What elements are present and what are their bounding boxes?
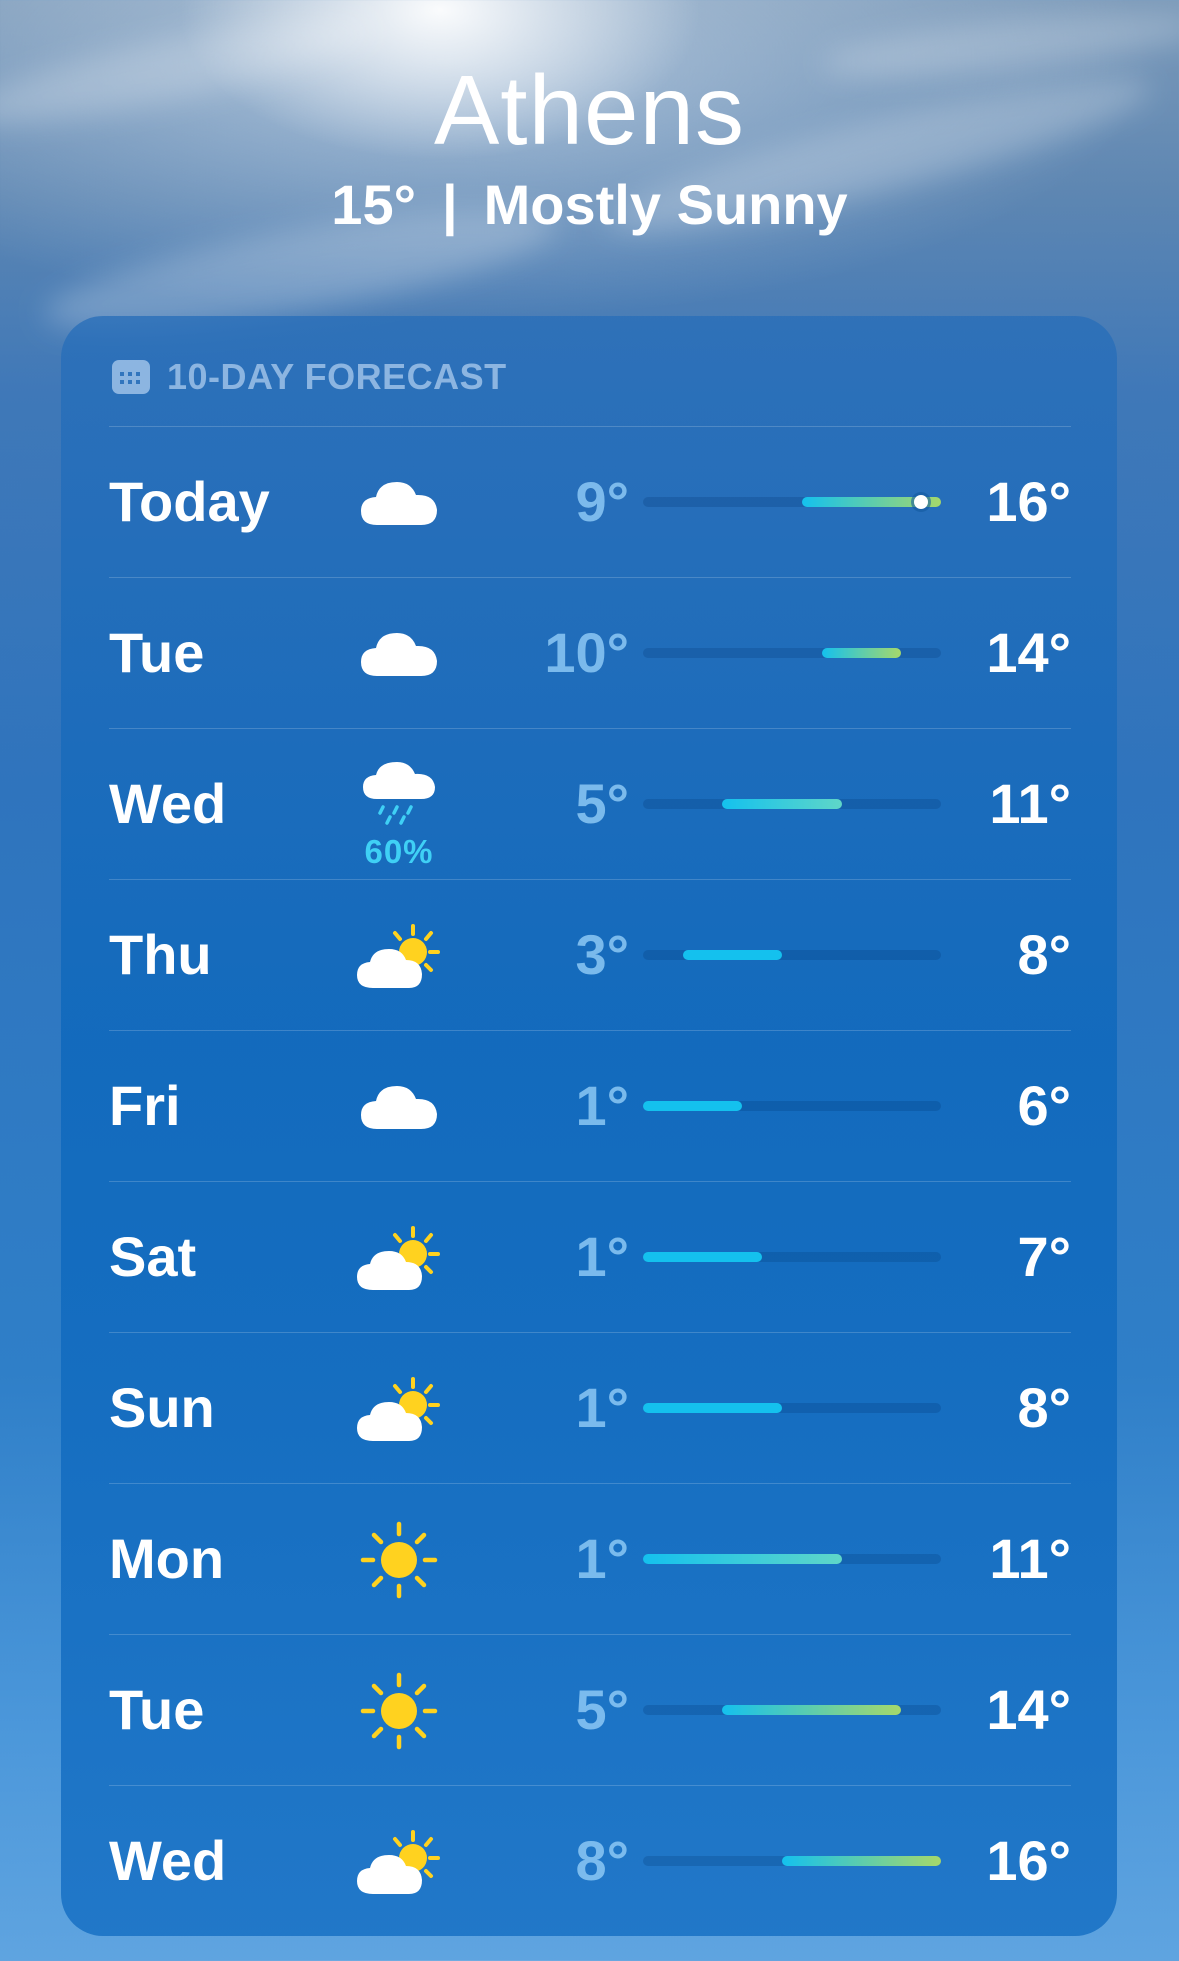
temperature-range-fill [643, 1252, 763, 1262]
day-label: Thu [109, 923, 212, 986]
partly-sunny-icon [351, 1814, 447, 1910]
forecast-row[interactable]: Fri 1° 6° [109, 1030, 1071, 1181]
temperature-range-bar [643, 1101, 941, 1111]
current-conditions: 15° | Mostly Sunny [0, 170, 1179, 240]
day-label: Sun [109, 1376, 215, 1439]
temperature-range-bar [643, 1403, 941, 1413]
high-temperature: 16° [986, 1829, 1071, 1892]
forecast-row[interactable]: Thu 3° 8° [109, 879, 1071, 1030]
high-temperature: 16° [986, 470, 1071, 533]
temperature-range-bar [643, 799, 941, 809]
temperature-range-bar [643, 950, 941, 960]
day-label: Mon [109, 1527, 225, 1590]
forecast-row[interactable]: Wed 60% 5° 11° [109, 728, 1071, 879]
low-temperature: 1° [575, 1225, 629, 1288]
high-temperature: 6° [1017, 1074, 1071, 1137]
forecast-header: 10-DAY FORECAST [111, 352, 507, 402]
forecast-row[interactable]: Today 9° 16° [109, 426, 1071, 577]
low-temperature: 9° [575, 470, 629, 533]
day-label: Fri [109, 1074, 181, 1137]
sun-icon [351, 1512, 447, 1608]
city-name: Athens [433, 55, 746, 165]
high-temperature: 14° [986, 621, 1071, 684]
low-temperature: 10° [544, 621, 629, 684]
partly-sunny-icon [351, 1210, 447, 1306]
partly-sunny-icon [351, 908, 447, 1004]
day-label: Wed [109, 772, 227, 835]
temperature-range-bar [643, 1252, 941, 1262]
high-temperature: 14° [986, 1678, 1071, 1741]
temperature-range-bar [643, 1554, 941, 1564]
temperature-range-bar [643, 648, 941, 658]
high-temperature: 7° [1017, 1225, 1071, 1288]
temperature-range-fill [643, 1101, 743, 1111]
sun-icon [351, 1663, 447, 1759]
day-label: Wed [109, 1829, 227, 1892]
ten-day-forecast-card[interactable]: 10-DAY FORECAST Today 9° 16° Tue 10° 14° Wed 60… [61, 316, 1117, 1936]
location-header: Athens 15° | Mostly Sunny [0, 50, 1179, 240]
low-temperature: 1° [575, 1527, 629, 1590]
day-label: Tue [109, 621, 205, 684]
temperature-range-fill [722, 799, 842, 809]
day-label: Tue [109, 1678, 205, 1741]
temperature-range-fill [821, 648, 902, 658]
temperature-range-bar [643, 495, 941, 509]
partly-sunny-icon [351, 1361, 447, 1457]
temperature-range-fill [682, 950, 783, 960]
temperature-range-fill [782, 1856, 941, 1866]
forecast-row[interactable]: Sat 1° 7° [109, 1181, 1071, 1332]
high-temperature: 8° [1017, 1376, 1071, 1439]
forecast-row[interactable]: Tue 10° 14° [109, 577, 1071, 728]
low-temperature: 8° [575, 1829, 629, 1892]
condition-text: Mostly Sunny [483, 173, 848, 236]
temperature-range-bar [643, 1705, 941, 1715]
high-temperature: 11° [989, 772, 1071, 835]
low-temperature: 5° [575, 772, 629, 835]
day-label: Today [109, 470, 270, 533]
low-temperature: 1° [575, 1074, 629, 1137]
separator: | [441, 173, 458, 236]
temperature-range-fill [722, 1705, 902, 1715]
forecast-row[interactable]: Mon 1° 11° [109, 1483, 1071, 1634]
forecast-row[interactable]: Sun 1° 8° [109, 1332, 1071, 1483]
cloud-icon [351, 606, 447, 702]
forecast-row[interactable]: Wed 8° 16° [109, 1785, 1071, 1936]
temperature-range-fill [643, 1554, 842, 1564]
calendar-icon [112, 360, 150, 394]
low-temperature: 1° [575, 1376, 629, 1439]
current-temperature: 15° [331, 173, 416, 236]
precipitation-chance: 60% [364, 833, 434, 870]
forecast-row[interactable]: Tue 5° 14° [109, 1634, 1071, 1785]
cloud-rain-icon [351, 741, 447, 837]
high-temperature: 11° [989, 1527, 1071, 1590]
cloud-icon [351, 455, 447, 551]
day-label: Sat [109, 1225, 197, 1288]
temperature-range-bar [643, 1856, 941, 1866]
low-temperature: 5° [575, 1678, 629, 1741]
low-temperature: 3° [575, 923, 629, 986]
forecast-list: Today 9° 16° Tue 10° 14° Wed 60% 5° 11° Thu 3° 8° Fri… [109, 426, 1071, 1936]
forecast-title: 10-DAY FORECAST [167, 356, 507, 397]
cloud-icon [351, 1059, 447, 1155]
high-temperature: 8° [1017, 923, 1071, 986]
temperature-range-fill [643, 1403, 783, 1413]
